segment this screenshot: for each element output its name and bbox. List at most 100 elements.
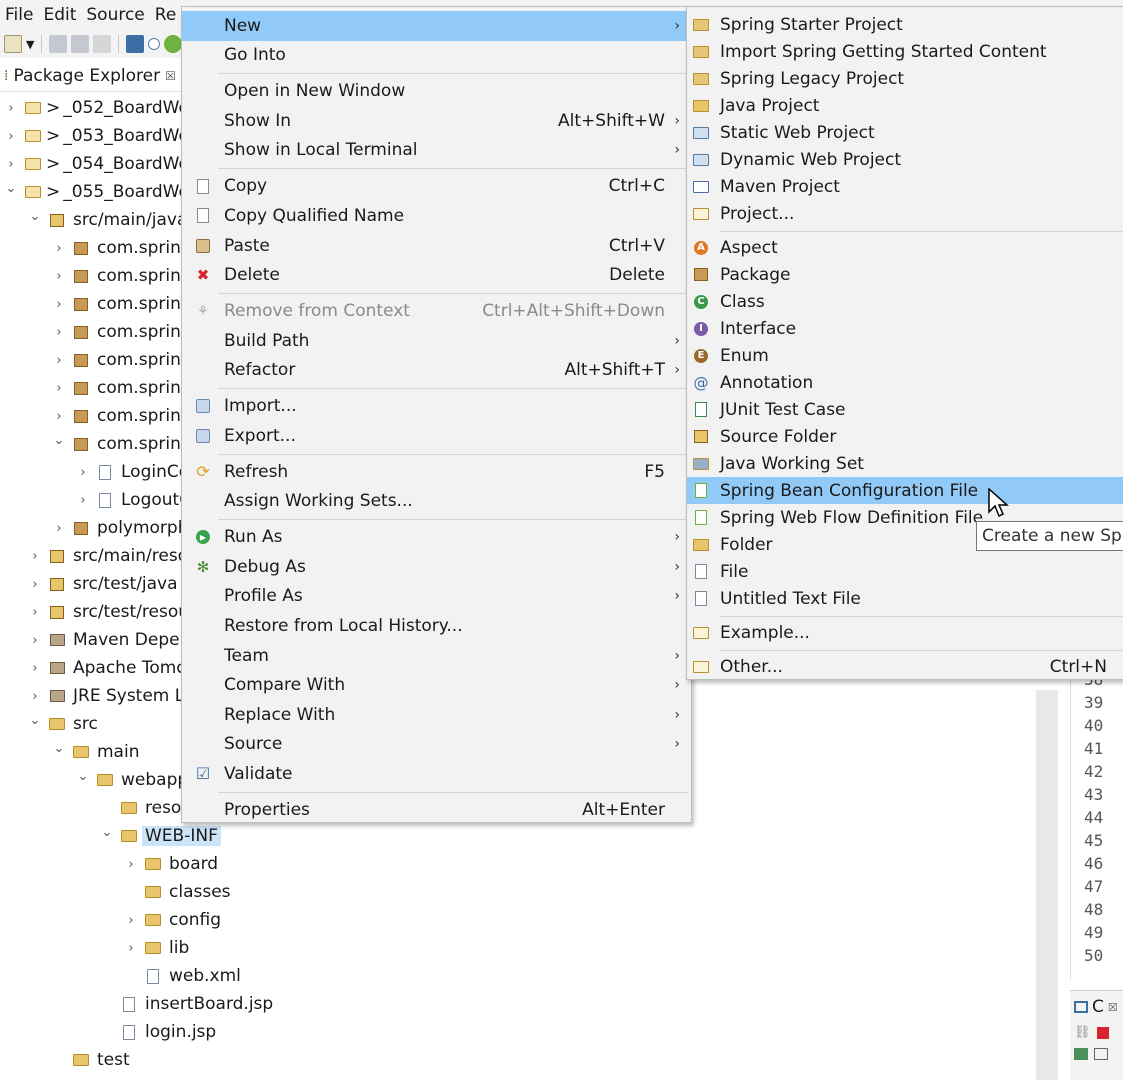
chevron-right-icon[interactable]: › (4, 94, 18, 122)
tree-item[interactable]: login.jsp (100, 1018, 219, 1046)
display-icon[interactable] (1094, 1048, 1108, 1060)
tree-item[interactable]: web.xml (124, 962, 244, 990)
tree-item[interactable]: test (52, 1046, 133, 1074)
menu-item-copy-qualified-name[interactable]: Copy Qualified Name (182, 201, 691, 231)
chevron-right-icon[interactable]: › (124, 906, 138, 934)
menu-item-go-into[interactable]: Go Into (182, 41, 691, 71)
tree-item[interactable]: › config (124, 906, 224, 934)
menu-item-java-project[interactable]: Java Project (687, 92, 1123, 119)
tree-item[interactable]: › com.spring (52, 262, 195, 290)
chevron-down-icon[interactable]: ⌄ (28, 202, 42, 230)
menu-item-open-in-new-window[interactable]: Open in New Window (182, 77, 691, 107)
tree-item[interactable]: › > _053_BoardWe (4, 122, 192, 150)
pin-icon[interactable] (1074, 1048, 1088, 1060)
print-icon[interactable] (93, 35, 112, 53)
menu-item-replace-with[interactable]: Replace With › (182, 700, 691, 730)
tree-item[interactable]: › Apache Tomc (28, 654, 189, 682)
tree-item[interactable]: ⌄ src/main/java (28, 206, 190, 234)
console-title[interactable]: C (1092, 997, 1104, 1017)
tree-item[interactable]: › LoginCo (76, 458, 192, 486)
menu-item-java-working-set[interactable]: Java Working Set (687, 450, 1123, 477)
terminal-icon[interactable] (126, 35, 145, 53)
menu-item-package[interactable]: Package (687, 261, 1123, 288)
tree-item[interactable]: classes (124, 878, 234, 906)
tree-item[interactable]: › src/test/java (28, 570, 181, 598)
chevron-down-icon[interactable]: ⌄ (28, 706, 42, 734)
menu-item-import-spring-getting-started-content[interactable]: Import Spring Getting Started Content (687, 38, 1123, 65)
chevron-right-icon[interactable]: › (52, 514, 66, 542)
chevron-down-icon[interactable]: ⌄ (52, 734, 66, 762)
chevron-down-icon[interactable]: ⌄ (100, 818, 114, 846)
tree-item[interactable]: › com.spring (52, 290, 195, 318)
chevron-right-icon[interactable]: › (52, 290, 66, 318)
menu-item-compare-with[interactable]: Compare With › (182, 670, 691, 700)
tree-item[interactable]: ⌄ WEB-INF (100, 822, 221, 850)
new-dropdown-icon[interactable]: ▼ (26, 38, 34, 51)
search-icon[interactable] (148, 38, 161, 50)
close-icon[interactable]: ☒ (1108, 1001, 1118, 1014)
tree-item[interactable]: › > _054_BoardWe (4, 150, 192, 178)
tree-item[interactable]: › polymorph (52, 514, 192, 542)
menu-item-profile-as[interactable]: Profile As › (182, 582, 691, 612)
chevron-right-icon[interactable]: › (28, 570, 42, 598)
menu-item-static-web-project[interactable]: Static Web Project (687, 119, 1123, 146)
tree-item[interactable]: › Maven Deper (28, 626, 190, 654)
menu-item-debug-as[interactable]: ✻ Debug As › (182, 552, 691, 582)
chevron-right-icon[interactable]: › (28, 626, 42, 654)
menu-item-assign-working-sets[interactable]: Assign Working Sets... (182, 487, 691, 517)
chevron-right-icon[interactable]: › (52, 262, 66, 290)
tree-item[interactable]: › board (124, 850, 221, 878)
menu-item-delete[interactable]: ✖ Delete Delete (182, 260, 691, 290)
tree-item[interactable]: › com.spring (52, 234, 195, 262)
tree-item[interactable]: › com.spring (52, 318, 195, 346)
chevron-right-icon[interactable]: › (76, 486, 90, 514)
chevron-right-icon[interactable]: › (52, 374, 66, 402)
tree-item[interactable]: › JRE System Li (28, 682, 192, 710)
menu-item-validate[interactable]: ☑ Validate (182, 759, 691, 789)
chevron-right-icon[interactable]: › (28, 542, 42, 570)
menu-item-dynamic-web-project[interactable]: Dynamic Web Project (687, 146, 1123, 173)
tree-item[interactable]: › lib (124, 934, 192, 962)
menu-item-refactor[interactable]: Refactor Alt+Shift+T › (182, 356, 691, 386)
tree-item[interactable]: ⌄ webapp (76, 766, 191, 794)
chevron-right-icon[interactable]: › (52, 234, 66, 262)
menu-item-spring-legacy-project[interactable]: Spring Legacy Project (687, 65, 1123, 92)
tree-item[interactable]: › com.spring (52, 346, 195, 374)
package-explorer-title[interactable]: Package Explorer (13, 66, 160, 86)
tree-item[interactable]: ⌄ com.spring (52, 430, 195, 458)
tree-item[interactable]: ⌄ main (52, 738, 142, 766)
chevron-down-icon[interactable]: ⌄ (52, 426, 66, 454)
tree-item[interactable]: › src/main/reso (28, 542, 191, 570)
chevron-right-icon[interactable]: › (52, 318, 66, 346)
menu-item-new[interactable]: New › (182, 11, 691, 41)
chevron-right-icon[interactable]: › (28, 654, 42, 682)
menu-item-untitled-text-file[interactable]: Untitled Text File (687, 585, 1123, 612)
menubar-item[interactable]: Source (81, 0, 149, 30)
menu-item-export[interactable]: Export... (182, 421, 691, 451)
menu-item-spring-starter-project[interactable]: Spring Starter Project (687, 11, 1123, 38)
menu-item-properties[interactable]: Properties Alt+Enter (182, 795, 691, 825)
link-icon[interactable]: ⛓ (1074, 1025, 1091, 1040)
chevron-right-icon[interactable]: › (28, 598, 42, 626)
menu-item-import[interactable]: Import... (182, 391, 691, 421)
menu-item-restore-from-local-history[interactable]: Restore from Local History... (182, 611, 691, 641)
tree-item[interactable]: › LogoutC (76, 486, 194, 514)
menu-item-refresh[interactable]: ⟳ Refresh F5 (182, 457, 691, 487)
menu-item-build-path[interactable]: Build Path › (182, 326, 691, 356)
stop-icon[interactable] (1096, 1026, 1109, 1039)
menubar-item[interactable]: Edit (38, 0, 81, 30)
menu-item-show-in-local-terminal[interactable]: Show in Local Terminal › (182, 136, 691, 166)
menu-item-team[interactable]: Team › (182, 641, 691, 671)
save-icon[interactable] (49, 35, 68, 53)
menu-item-run-as[interactable]: ▶ Run As › (182, 522, 691, 552)
spring-boot-icon[interactable] (164, 35, 183, 53)
menu-item-project[interactable]: Project... (687, 200, 1123, 227)
chevron-down-icon[interactable]: ⌄ (4, 174, 18, 202)
menu-item-annotation[interactable]: @ Annotation (687, 369, 1123, 396)
chevron-right-icon[interactable]: › (52, 346, 66, 374)
chevron-down-icon[interactable]: ⌄ (76, 762, 90, 790)
menu-item-junit-test-case[interactable]: JUnit Test Case (687, 396, 1123, 423)
menu-item-enum[interactable]: E Enum (687, 342, 1123, 369)
tree-item[interactable]: › src/test/resou (28, 598, 192, 626)
save-all-icon[interactable] (71, 35, 90, 53)
